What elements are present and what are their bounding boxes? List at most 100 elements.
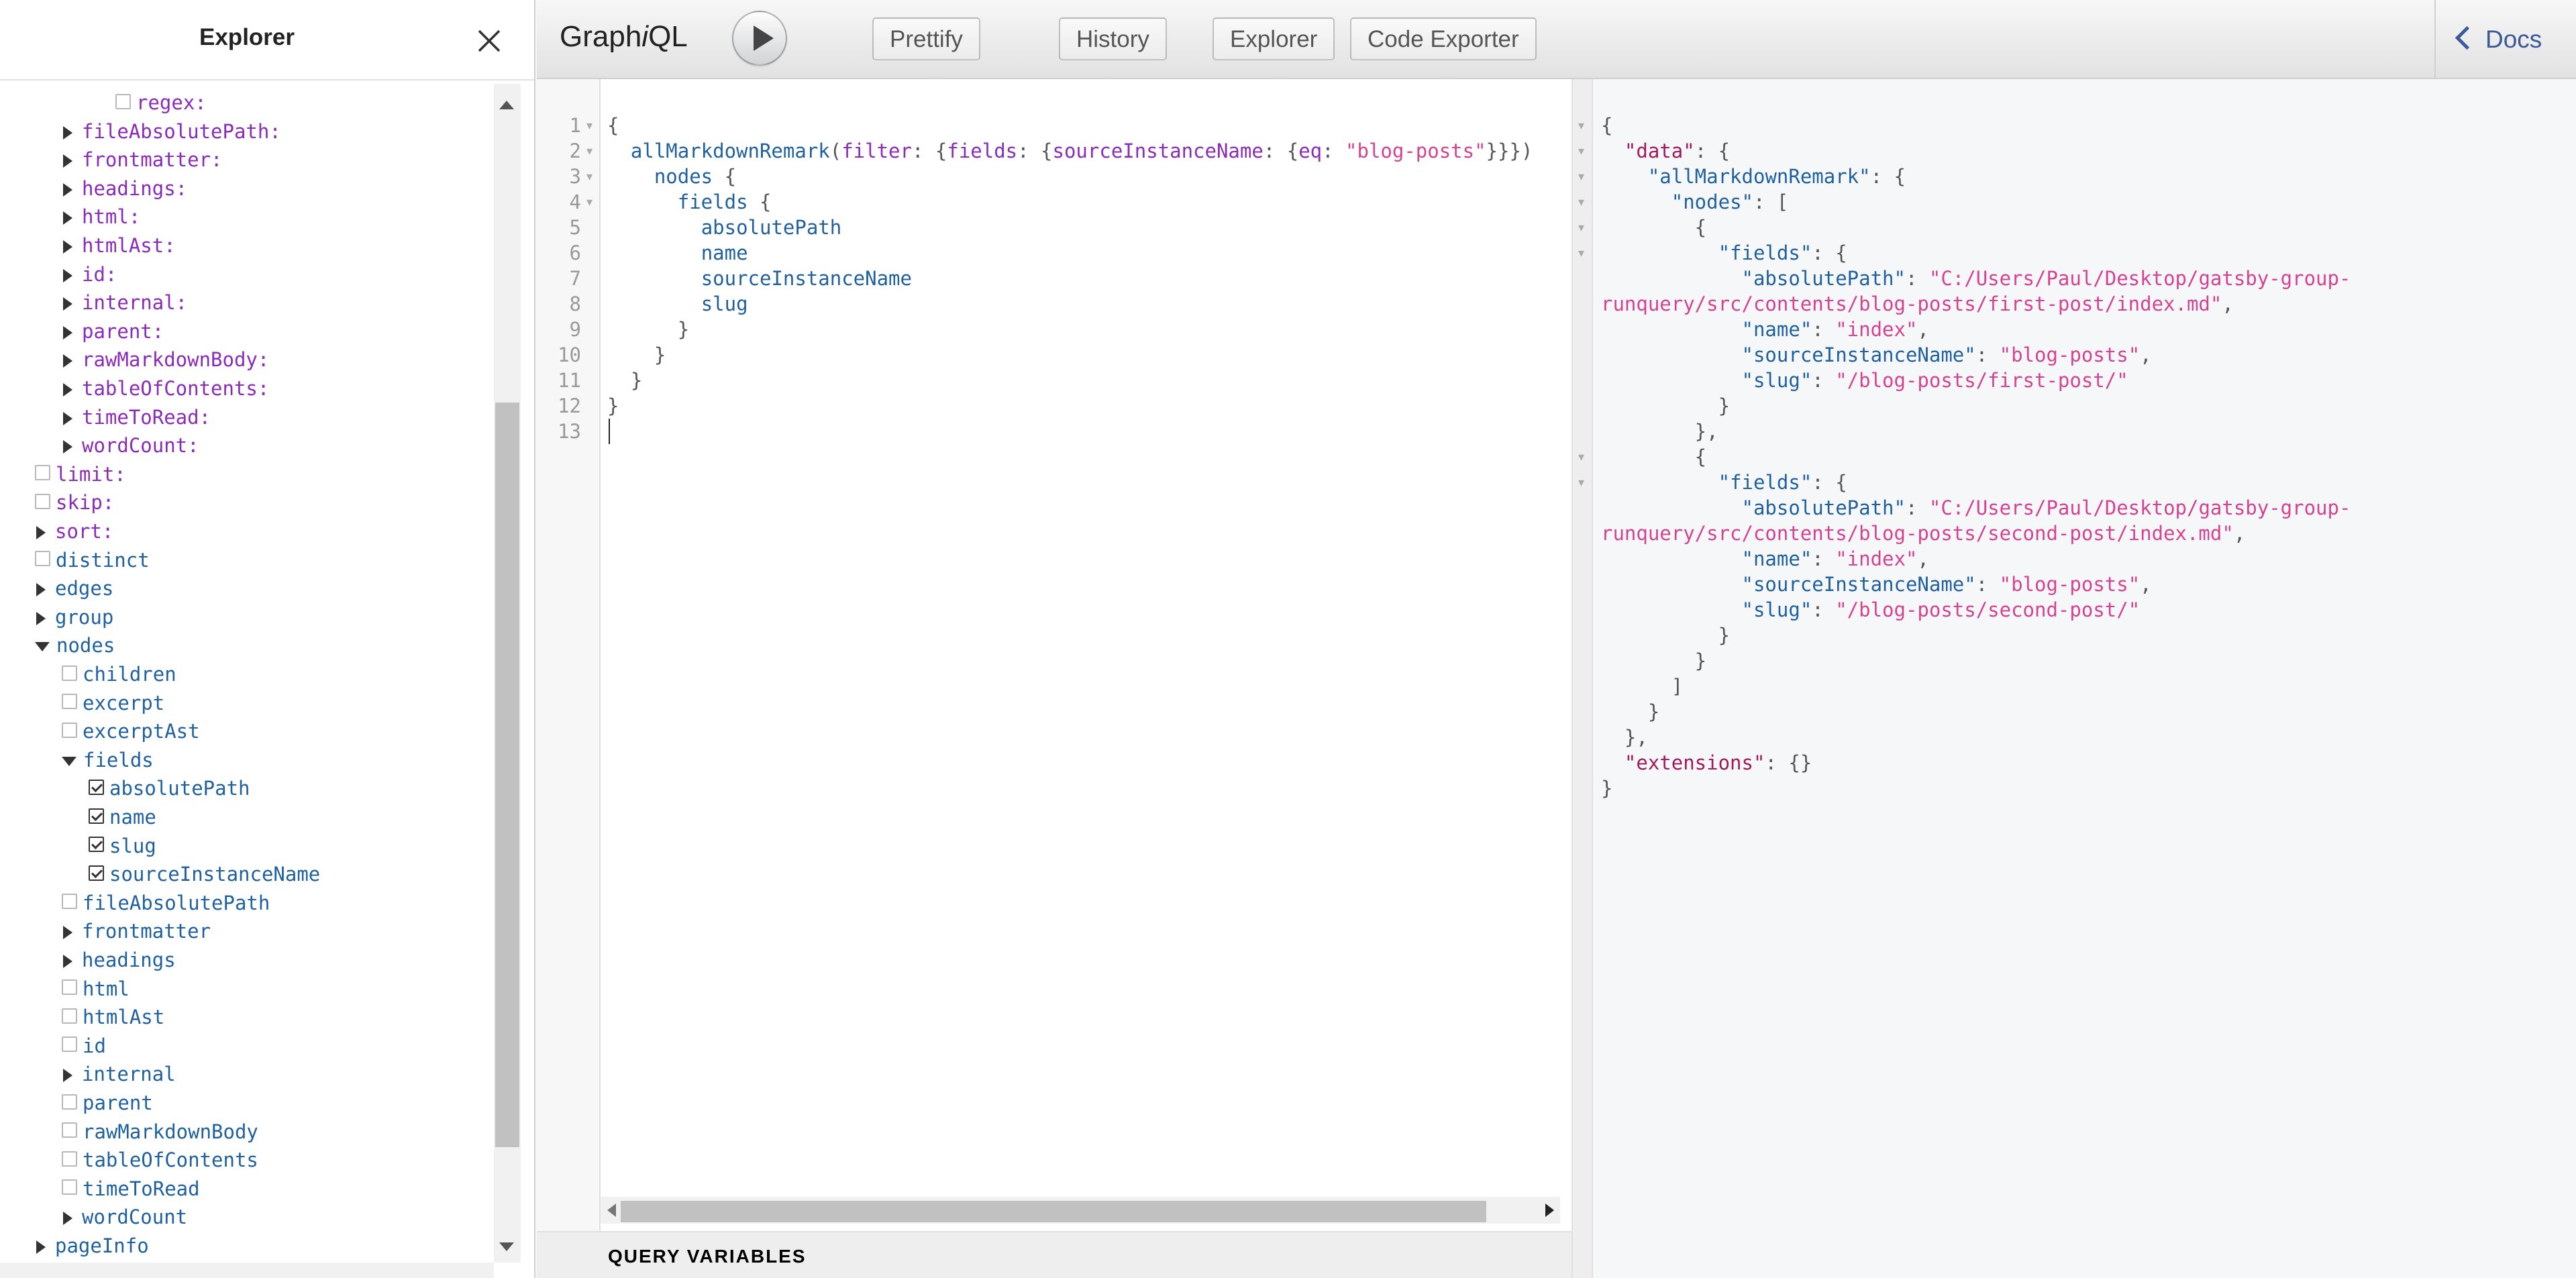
explorer-node[interactable]: slug: [89, 833, 156, 859]
caret-right-icon[interactable]: [63, 268, 72, 282]
checkbox-icon[interactable]: [62, 722, 77, 738]
caret-right-icon[interactable]: [36, 611, 46, 625]
explorer-scrollbar-thumb[interactable]: [495, 403, 519, 1147]
explorer-node[interactable]: wordCount:: [62, 432, 199, 459]
explorer-horizontal-scrollbar[interactable]: [0, 1263, 494, 1278]
explorer-node[interactable]: excerpt: [62, 690, 164, 716]
checkbox-icon[interactable]: [62, 1036, 77, 1053]
explorer-node[interactable]: htmlAst:: [62, 232, 176, 259]
explorer-node[interactable]: limit:: [35, 461, 126, 488]
explorer-node[interactable]: group: [35, 604, 113, 631]
explorer-node[interactable]: rawMarkdownBody:: [62, 346, 269, 373]
checkbox-icon[interactable]: [62, 694, 77, 710]
close-icon[interactable]: [474, 25, 505, 56]
explorer-node[interactable]: internal:: [62, 289, 187, 316]
explorer-node[interactable]: skip:: [35, 489, 114, 516]
checkbox-icon[interactable]: [62, 1008, 77, 1024]
caret-right-icon[interactable]: [63, 297, 72, 311]
query-variables-bar[interactable]: QUERY VARIABLES: [537, 1231, 1572, 1278]
caret-right-icon[interactable]: [63, 383, 72, 396]
explorer-node[interactable]: headings:: [62, 175, 187, 202]
explorer-node[interactable]: absolutePath: [89, 775, 250, 802]
checkbox-icon[interactable]: [62, 1151, 77, 1167]
caret-right-icon[interactable]: [63, 1212, 72, 1226]
explorer-node[interactable]: wordCount: [62, 1204, 187, 1230]
explorer-node[interactable]: headings: [62, 947, 176, 973]
explorer-node[interactable]: edges: [35, 575, 113, 602]
caret-right-icon[interactable]: [63, 240, 72, 254]
explorer-node[interactable]: sort:: [35, 518, 113, 545]
caret-right-icon[interactable]: [63, 125, 72, 140]
checkbox-icon[interactable]: [62, 665, 77, 681]
explorer-node[interactable]: nodes: [35, 632, 115, 659]
caret-right-icon[interactable]: [63, 182, 72, 197]
editor-horizontal-scrollbar[interactable]: [601, 1197, 1560, 1224]
explorer-node[interactable]: parent:: [62, 318, 164, 345]
explorer-scrollbar[interactable]: [494, 84, 521, 1263]
caret-right-icon[interactable]: [63, 955, 72, 968]
caret-down-icon[interactable]: [35, 642, 50, 652]
caret-right-icon[interactable]: [63, 440, 72, 454]
explorer-node[interactable]: excerptAst: [62, 718, 200, 745]
editor-scrollbar-thumb[interactable]: [621, 1201, 1486, 1222]
explorer-node[interactable]: html:: [62, 203, 140, 230]
explorer-button[interactable]: Explorer: [1213, 17, 1335, 60]
caret-right-icon[interactable]: [63, 411, 72, 425]
explorer-node[interactable]: html: [62, 975, 130, 1002]
explorer-node[interactable]: timeToRead: [62, 1175, 200, 1202]
caret-right-icon[interactable]: [63, 926, 72, 940]
scroll-down-arrow-icon[interactable]: [499, 1242, 514, 1251]
checkbox-icon[interactable]: [35, 465, 50, 481]
explorer-node[interactable]: tableOfContents: [62, 1147, 258, 1173]
checkbox-icon[interactable]: [35, 551, 50, 567]
caret-right-icon[interactable]: [63, 154, 72, 168]
fold-marker-icon[interactable]: ▾: [1578, 164, 1584, 189]
caret-right-icon[interactable]: [36, 526, 46, 539]
fold-marker-icon[interactable]: ▾: [586, 138, 593, 164]
explorer-node[interactable]: sourceInstanceName: [89, 861, 320, 888]
explorer-node[interactable]: regex:: [115, 89, 207, 116]
fold-marker-icon[interactable]: ▾: [1578, 470, 1584, 495]
caret-right-icon[interactable]: [63, 354, 72, 368]
explorer-node[interactable]: name: [89, 804, 156, 831]
fold-marker-icon[interactable]: ▾: [1578, 215, 1584, 240]
caret-right-icon[interactable]: [63, 211, 72, 225]
explorer-node[interactable]: id: [62, 1032, 106, 1059]
explorer-node[interactable]: distinct: [35, 547, 150, 574]
scroll-left-arrow-icon[interactable]: [607, 1204, 616, 1217]
scroll-right-arrow-icon[interactable]: [1545, 1204, 1554, 1217]
explorer-node[interactable]: fileAbsolutePath: [62, 890, 270, 916]
checkbox-checked-icon[interactable]: [89, 837, 104, 853]
fold-marker-icon[interactable]: ▾: [1578, 240, 1584, 266]
docs-button[interactable]: Docs: [2434, 0, 2576, 78]
explorer-node[interactable]: fields: [62, 747, 154, 774]
checkbox-icon[interactable]: [35, 493, 50, 509]
caret-right-icon[interactable]: [63, 1069, 72, 1083]
fold-marker-icon[interactable]: ▾: [1578, 138, 1584, 164]
explorer-node[interactable]: pageInfo: [35, 1232, 149, 1259]
explorer-node[interactable]: htmlAst: [62, 1004, 164, 1030]
history-button[interactable]: History: [1059, 17, 1167, 60]
fold-marker-icon[interactable]: ▾: [586, 164, 593, 189]
fold-marker-icon[interactable]: ▾: [1578, 113, 1584, 138]
caret-right-icon[interactable]: [36, 1240, 46, 1254]
explorer-node[interactable]: tableOfContents:: [62, 375, 269, 402]
checkbox-icon[interactable]: [115, 93, 131, 109]
explorer-node[interactable]: internal: [62, 1061, 176, 1087]
checkbox-checked-icon[interactable]: [89, 779, 104, 795]
explorer-node[interactable]: fileAbsolutePath:: [62, 118, 281, 145]
caret-down-icon[interactable]: [62, 756, 76, 766]
execute-query-button[interactable]: [732, 11, 787, 66]
fold-marker-icon[interactable]: ▾: [586, 189, 593, 215]
fold-marker-icon[interactable]: ▾: [1578, 189, 1584, 215]
explorer-node[interactable]: frontmatter:: [62, 146, 223, 173]
explorer-node[interactable]: parent: [62, 1089, 153, 1116]
checkbox-icon[interactable]: [62, 894, 77, 910]
code-exporter-button[interactable]: Code Exporter: [1350, 17, 1537, 60]
explorer-node[interactable]: id:: [62, 261, 117, 288]
checkbox-icon[interactable]: [62, 979, 77, 996]
checkbox-icon[interactable]: [62, 1179, 77, 1195]
checkbox-icon[interactable]: [62, 1122, 77, 1138]
explorer-node[interactable]: frontmatter: [62, 918, 211, 945]
query-editor[interactable]: 1 ▾ 2 ▾ 3 ▾ 4 ▾ 5 6 7 8 9 10 11 12 13 { allMarkdownRemar…: [537, 79, 1572, 1231]
